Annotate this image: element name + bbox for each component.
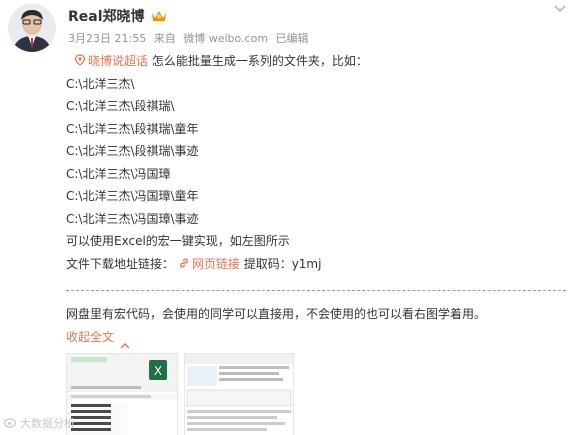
watermark: 大数据分析: [3, 415, 75, 431]
collapse-row: 收起全文: [66, 326, 566, 349]
post-menu-chevron-icon[interactable]: [552, 0, 568, 13]
download-prefix: 文件下载地址链接：: [66, 256, 175, 271]
question-text: 怎么能批量生成一系列的文件夹，比如：: [151, 54, 368, 68]
super-topic-icon: [74, 51, 86, 66]
collapse-label[interactable]: 收起全文: [66, 326, 114, 349]
dashed-divider: [66, 290, 566, 292]
watermark-text: 大数据分析: [20, 417, 75, 430]
topic-link[interactable]: 晓博说超话: [74, 54, 152, 68]
link-icon: [178, 254, 190, 267]
web-link[interactable]: 网页链接: [178, 257, 244, 271]
path-line: C:\北洋三杰\段祺瑞\: [66, 99, 175, 113]
edited-label[interactable]: 已编辑: [276, 32, 309, 45]
question-line: 晓博说超话 怎么能批量生成一系列的文件夹，比如：: [66, 50, 566, 73]
author-name-text[interactable]: Real郑晓博: [68, 6, 145, 26]
avatar[interactable]: [8, 4, 56, 52]
web-link-label[interactable]: 网页链接: [192, 257, 240, 271]
post-note: 网盘里有宏代码，会使用的同学可以直接用，不会使用的也可以看右图学着用。 收起全文: [66, 303, 566, 349]
path-line: C:\北洋三杰\段祺瑞\事迹: [66, 144, 199, 158]
collapse-button[interactable]: 收起全文: [66, 326, 130, 349]
post-date[interactable]: 3月23日 21:55: [68, 32, 146, 45]
image-thumbnails: X: [66, 353, 294, 435]
weibo-logo-icon: [3, 416, 18, 431]
thumbnail-vba[interactable]: [184, 353, 294, 435]
weibo-post: Real郑晓博 3月23日 21:55 来自 微博 weibo.com 已编辑: [0, 0, 574, 435]
path-line: C:\北洋三杰\冯国璋: [66, 166, 171, 181]
author-name[interactable]: Real郑晓博: [68, 6, 167, 26]
topic-label[interactable]: 晓博说超话: [88, 54, 148, 68]
svg-text:X: X: [154, 364, 162, 378]
extraction-code: 提取码：y1mj: [243, 256, 322, 271]
post-body: 晓博说超话 怎么能批量生成一系列的文件夹，比如： C:\北洋三杰\ C:\北洋三…: [66, 50, 566, 275]
note-line: 网盘里有宏代码，会使用的同学可以直接用，不会使用的也可以看右图学着用。: [66, 307, 487, 321]
download-line: 文件下载地址链接： 网页链接 提取码：y1mj: [66, 253, 566, 276]
path-line: C:\北洋三杰\: [66, 76, 135, 91]
path-line: C:\北洋三杰\冯国璋\事迹: [66, 211, 199, 226]
post-meta: 3月23日 21:55 来自 微博 weibo.com 已编辑: [68, 30, 313, 46]
path-line: C:\北洋三杰\冯国璋\童年: [66, 189, 199, 203]
vip-crown-icon[interactable]: [151, 9, 167, 23]
thumbnail-excel[interactable]: X: [66, 353, 178, 435]
excel-line: 可以使用Excel的宏一键实现，如左图所示: [66, 234, 290, 248]
path-line: C:\北洋三杰\段祺瑞\童年: [66, 121, 199, 136]
post-source-prefix: 来自: [153, 32, 176, 45]
chevron-up-icon: [120, 334, 130, 349]
post-source[interactable]: 微博 weibo.com: [183, 32, 268, 45]
